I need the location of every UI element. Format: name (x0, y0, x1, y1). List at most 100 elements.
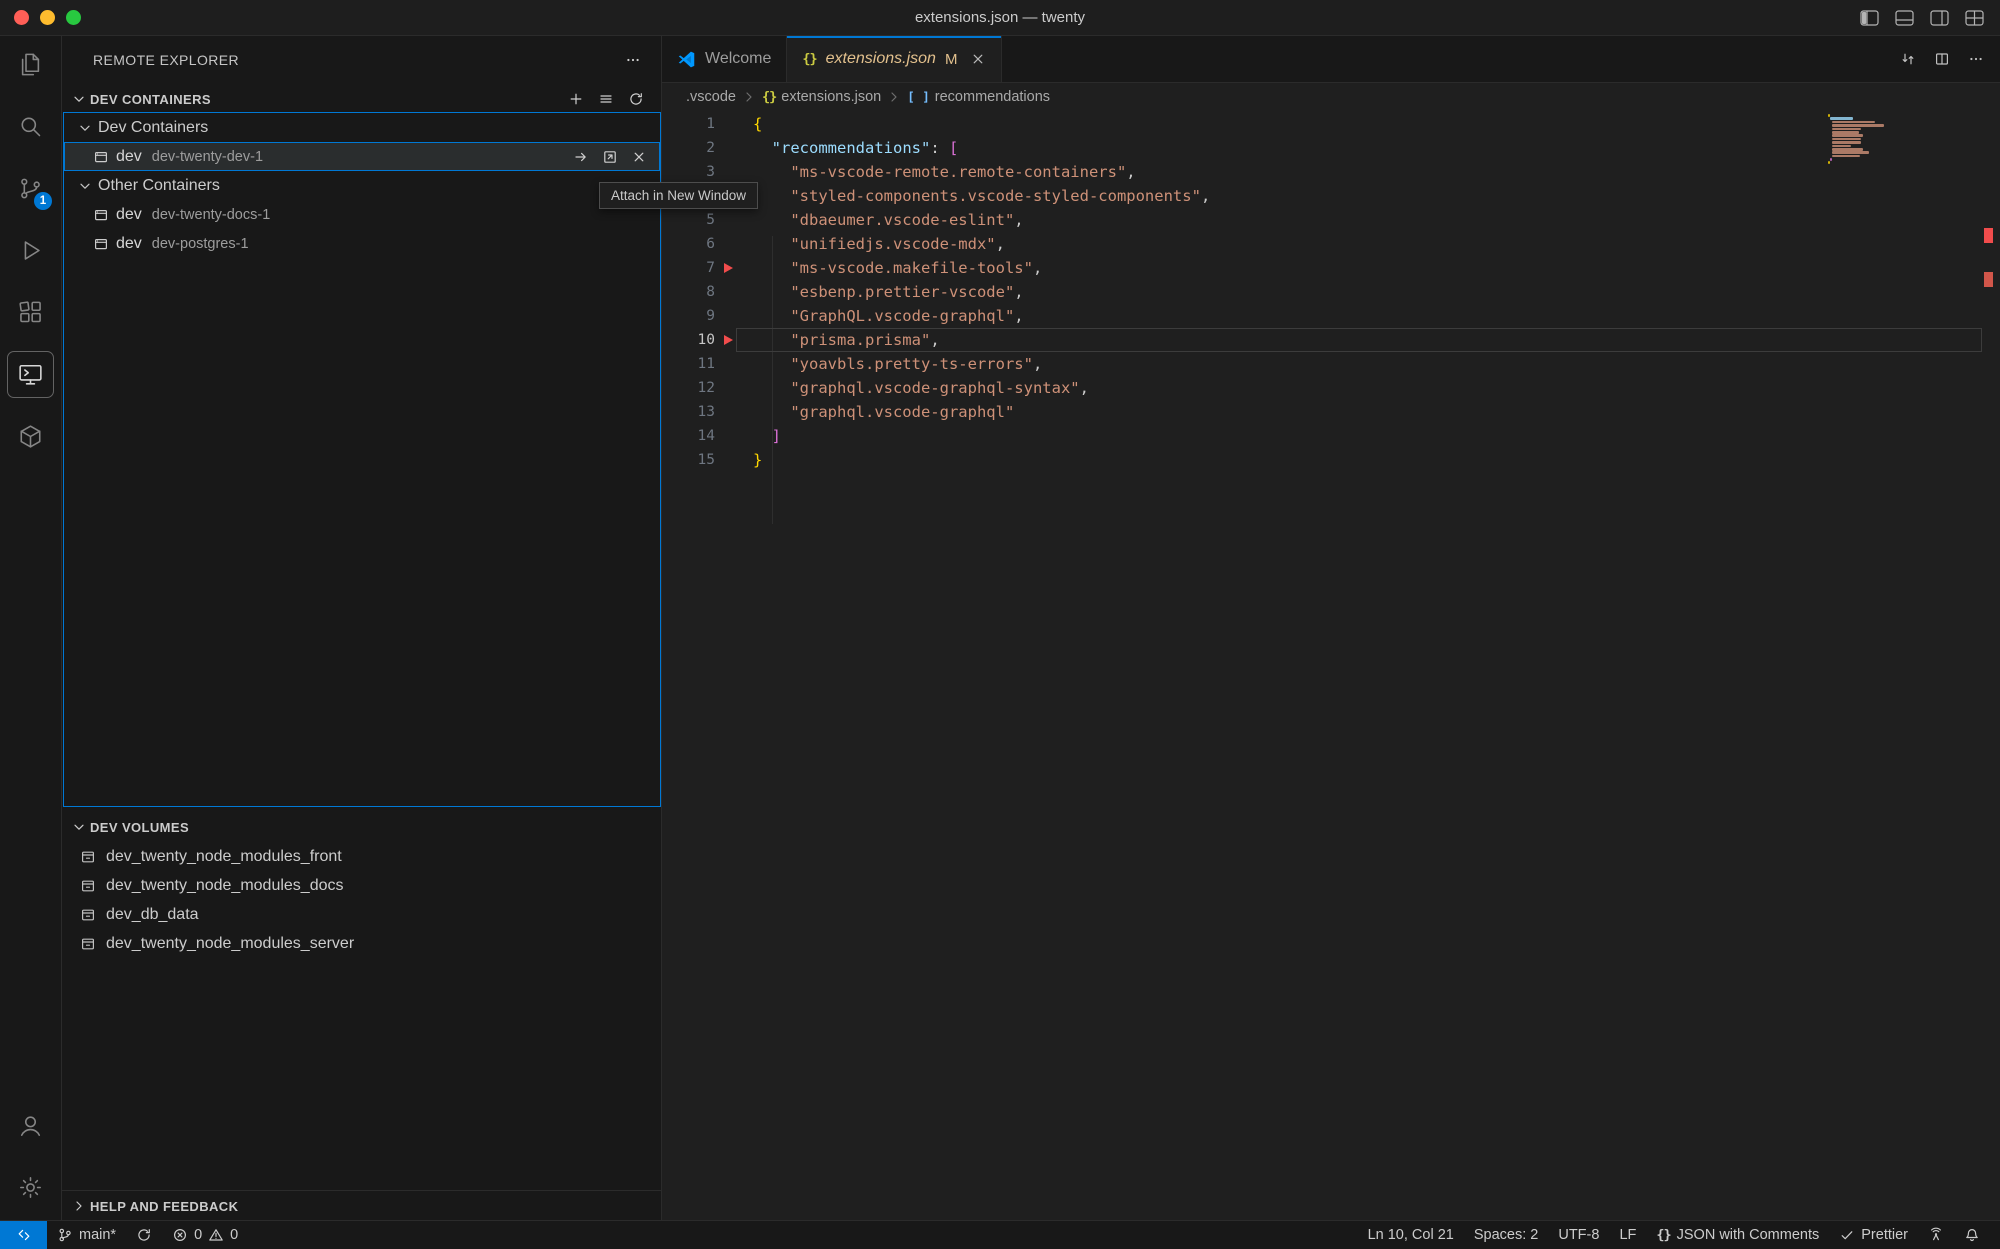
status-formatter[interactable]: Prettier (1829, 1221, 1918, 1249)
breadcrumb-recommendations[interactable]: [ ]recommendations (907, 89, 1050, 105)
code-line-13[interactable]: 13 "graphql.vscode-graphql" (662, 400, 2000, 424)
line-number[interactable]: 15 (662, 452, 715, 468)
section-header-dev-containers[interactable]: DEV CONTAINERS (62, 85, 661, 113)
line-number[interactable]: 7 (662, 260, 715, 276)
attach-window-icon[interactable] (602, 149, 618, 165)
code-line-7[interactable]: 7 "ms-vscode.makefile-tools", (662, 256, 2000, 280)
toggle-panel-icon[interactable] (1895, 10, 1914, 26)
code-line-9[interactable]: 9 "GraphQL.vscode-graphql", (662, 304, 2000, 328)
gutter[interactable] (715, 263, 753, 273)
minimize-window-button[interactable] (40, 10, 55, 25)
code-line-8[interactable]: 8 "esbenp.prettier-vscode", (662, 280, 2000, 304)
container-icon (93, 149, 109, 165)
list-icon[interactable] (598, 91, 614, 107)
volume-label: dev_twenty_node_modules_server (106, 935, 354, 953)
remote-indicator[interactable] (0, 1221, 47, 1249)
tree-group-dev-containers[interactable]: Dev Containers (64, 113, 660, 142)
toggle-primary-sidebar-icon[interactable] (1860, 10, 1879, 26)
status-language-mode[interactable]: {}JSON with Comments (1646, 1221, 1829, 1249)
code-line-2[interactable]: 2 "recommendations": [ (662, 136, 2000, 160)
activity-item-explorer[interactable] (7, 41, 54, 88)
tab-extensions-json[interactable]: {}extensions.jsonM (787, 36, 1002, 82)
line-number[interactable]: 8 (662, 284, 715, 300)
code-line-15[interactable]: 15} (662, 448, 2000, 472)
line-number[interactable]: 14 (662, 428, 715, 444)
activity-item-run-debug[interactable] (7, 227, 54, 274)
more-actions-icon[interactable] (625, 52, 641, 68)
status-feedback[interactable] (1918, 1221, 1954, 1249)
line-content: "ms-vscode.makefile-tools", (753, 259, 1042, 277)
tab-welcome[interactable]: Welcome (662, 36, 787, 82)
line-number[interactable]: 3 (662, 164, 715, 180)
line-number[interactable]: 10 (662, 332, 715, 348)
volume-item-dev_twenty_node_modules_server[interactable]: dev_twenty_node_modules_server (62, 929, 661, 958)
activity-item-remote-explorer[interactable] (7, 351, 54, 398)
line-number[interactable]: 5 (662, 212, 715, 228)
section-header-dev-volumes[interactable]: DEV VOLUMES (62, 813, 661, 841)
breadcrumb-label: recommendations (935, 89, 1050, 105)
code-editor[interactable]: 1{2 "recommendations": [3 "ms-vscode-rem… (662, 112, 2000, 472)
line-number[interactable]: 13 (662, 404, 715, 420)
activity-item-settings[interactable] (7, 1164, 54, 1211)
line-number[interactable]: 12 (662, 380, 715, 396)
git-branch[interactable]: main* (47, 1221, 126, 1249)
activity-item-containers[interactable] (7, 413, 54, 460)
add-icon[interactable] (568, 91, 584, 107)
arrow-right-icon[interactable] (573, 149, 589, 165)
tree-item-dev-postgres-1[interactable]: devdev-postgres-1 (64, 229, 660, 258)
volume-item-dev_twenty_node_modules_docs[interactable]: dev_twenty_node_modules_docs (62, 871, 661, 900)
toggle-secondary-sidebar-icon[interactable] (1930, 10, 1949, 26)
minimap[interactable] (1828, 114, 1886, 165)
status-notifications[interactable] (1954, 1221, 1990, 1249)
sync-changes[interactable] (126, 1221, 162, 1249)
code-line-14[interactable]: 14 ] (662, 424, 2000, 448)
line-number[interactable]: 6 (662, 236, 715, 252)
status-encoding[interactable]: UTF-8 (1548, 1221, 1609, 1249)
tree-group-other-containers[interactable]: Other Containers (64, 171, 660, 200)
volume-item-dev_db_data[interactable]: dev_db_data (62, 900, 661, 929)
volume-item-dev_twenty_node_modules_front[interactable]: dev_twenty_node_modules_front (62, 842, 661, 871)
section-actions (568, 91, 661, 107)
refresh-icon[interactable] (628, 91, 644, 107)
tree-item-dev-twenty-dev-1[interactable]: devdev-twenty-dev-1 (64, 142, 660, 171)
close-icon[interactable] (631, 149, 647, 165)
code-line-10[interactable]: 10 "prisma.prisma", (662, 328, 2000, 352)
code-line-1[interactable]: 1{ (662, 112, 2000, 136)
problems[interactable]: 00 (162, 1221, 248, 1249)
activity-item-extensions[interactable] (7, 289, 54, 336)
gutter[interactable] (715, 335, 753, 345)
split-icon[interactable] (1934, 51, 1950, 67)
volume-label: dev_twenty_node_modules_front (106, 848, 342, 866)
line-content: "prisma.prisma", (753, 331, 940, 349)
code-line-12[interactable]: 12 "graphql.vscode-graphql-syntax", (662, 376, 2000, 400)
section-header-help-and-feedback[interactable]: HELP AND FEEDBACK (62, 1190, 661, 1221)
tree-item-dev-twenty-docs-1[interactable]: devdev-twenty-docs-1 (64, 200, 660, 229)
container-description: dev-postgres-1 (152, 236, 249, 252)
code-line-4[interactable]: 4 "styled-components.vscode-styled-compo… (662, 184, 2000, 208)
breadcrumb-extensions-json[interactable]: {}extensions.json (762, 89, 881, 105)
close-tab-icon[interactable] (970, 51, 986, 67)
line-number[interactable]: 2 (662, 140, 715, 156)
activity-item-search[interactable] (7, 103, 54, 150)
status-eol[interactable]: LF (1609, 1221, 1646, 1249)
status-indentation[interactable]: Spaces: 2 (1464, 1221, 1549, 1249)
line-number[interactable]: 9 (662, 308, 715, 324)
code-line-5[interactable]: 5 "dbaeumer.vscode-eslint", (662, 208, 2000, 232)
code-line-6[interactable]: 6 "unifiedjs.vscode-mdx", (662, 232, 2000, 256)
breadcrumb--vscode[interactable]: .vscode (686, 89, 736, 105)
activity-item-source-control[interactable]: 1 (7, 165, 54, 212)
zoom-window-button[interactable] (66, 10, 81, 25)
tree-group-label: Other Containers (98, 177, 220, 195)
close-window-button[interactable] (14, 10, 29, 25)
code-line-3[interactable]: 3 "ms-vscode-remote.remote-containers", (662, 160, 2000, 184)
status-label: Ln 10, Col 21 (1368, 1227, 1454, 1243)
customize-layout-icon[interactable] (1965, 10, 1984, 26)
line-number[interactable]: 11 (662, 356, 715, 372)
code-line-11[interactable]: 11 "yoavbls.pretty-ts-errors", (662, 352, 2000, 376)
activity-item-accounts[interactable] (7, 1102, 54, 1149)
tab-bar: Welcome{}extensions.jsonM (662, 36, 2000, 83)
more-icon[interactable] (1968, 51, 1984, 67)
status-cursor-position[interactable]: Ln 10, Col 21 (1358, 1221, 1464, 1249)
compare-icon[interactable] (1900, 51, 1916, 67)
line-number[interactable]: 1 (662, 116, 715, 132)
